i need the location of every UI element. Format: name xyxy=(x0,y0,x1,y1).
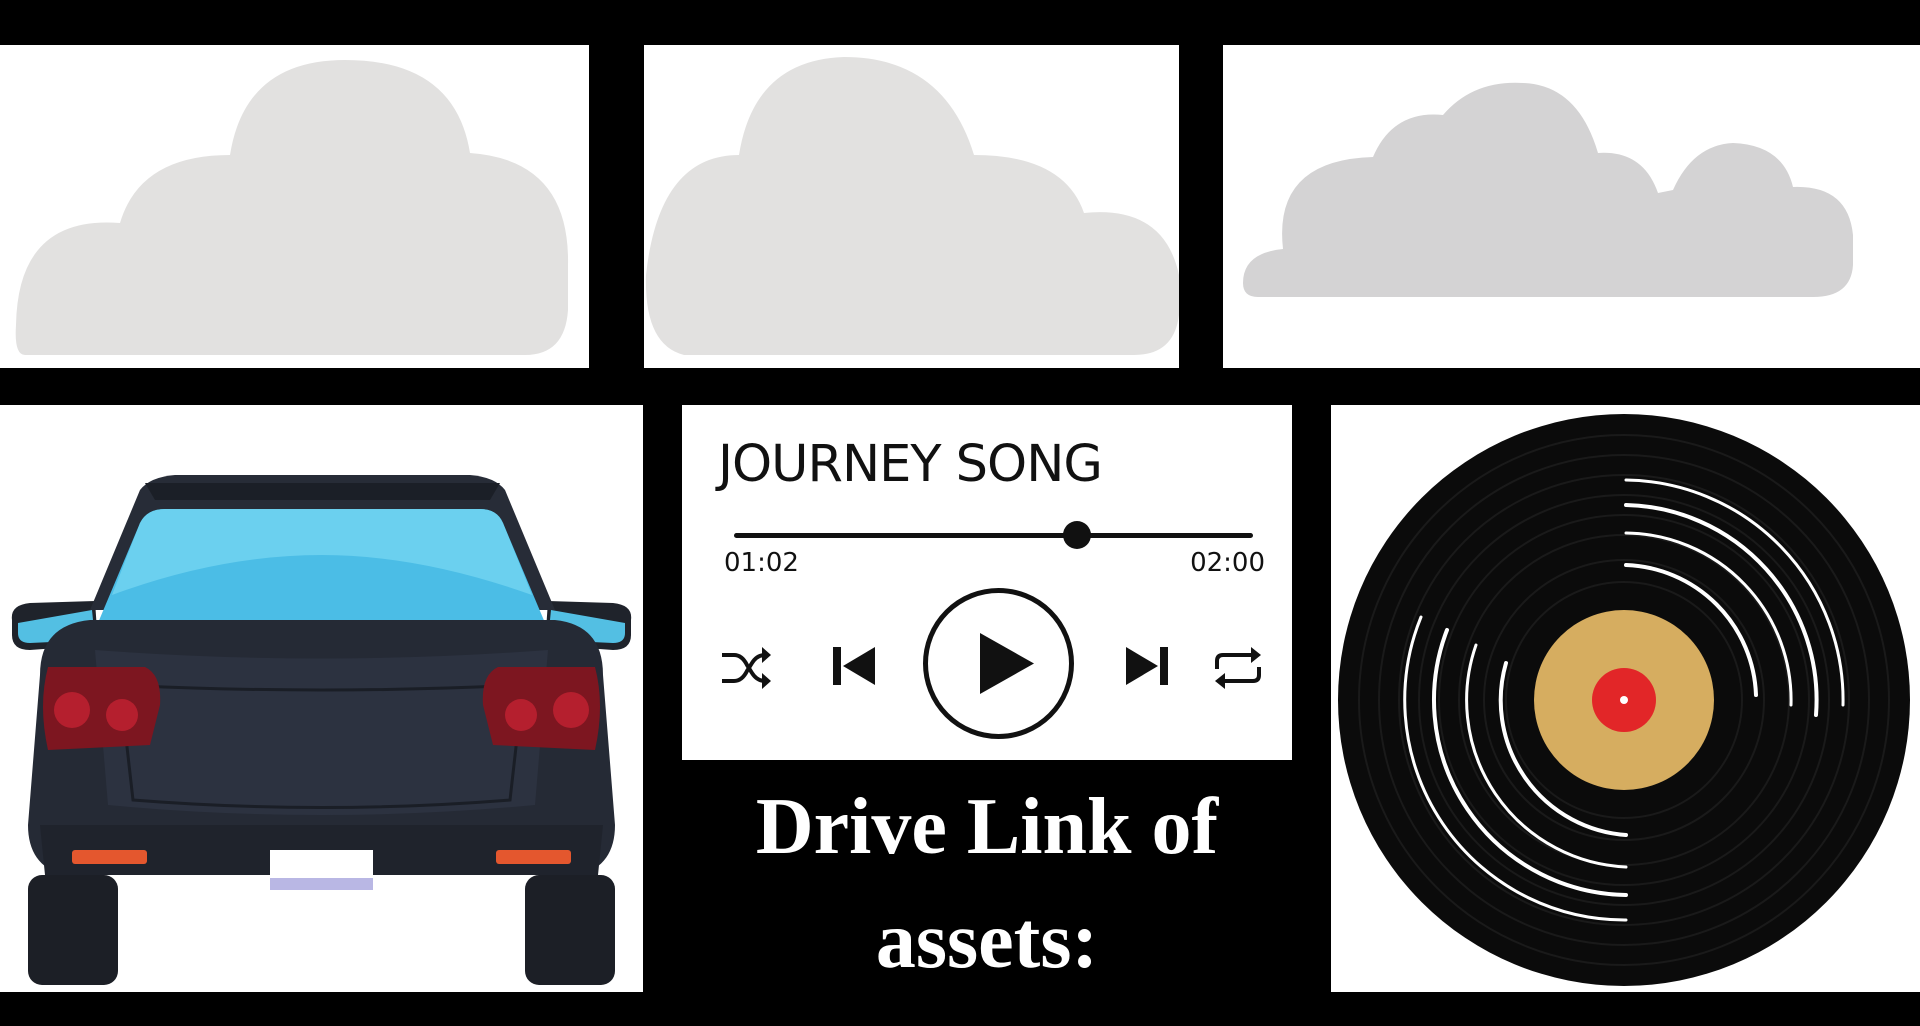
car-rear-illustration xyxy=(11,475,632,985)
cloud-illustration-1 xyxy=(15,60,569,355)
heart-icon[interactable] xyxy=(1205,441,1292,760)
car-asset xyxy=(0,405,643,992)
shuffle-icon[interactable] xyxy=(720,645,772,691)
cloud-asset-3 xyxy=(1223,45,1920,368)
progress-track[interactable] xyxy=(734,533,1253,538)
cloud-asset-2 xyxy=(644,45,1179,368)
cloud-asset-1 xyxy=(0,45,589,368)
vinyl-record-asset xyxy=(1331,405,1920,992)
play-icon xyxy=(980,633,1034,694)
progress-thumb[interactable] xyxy=(1062,521,1091,549)
cloud-illustration-2 xyxy=(645,57,1179,355)
total-time: 02:00 xyxy=(1190,548,1265,578)
previous-icon[interactable] xyxy=(829,641,879,691)
song-title: JOURNEY SONG xyxy=(718,435,1103,494)
current-time: 01:02 xyxy=(724,548,799,578)
cloud-illustration-3 xyxy=(1243,82,1853,297)
vinyl-record-illustration xyxy=(1338,414,1910,986)
caption-line-1: Drive Link of xyxy=(755,783,1219,871)
play-button[interactable] xyxy=(922,587,1075,740)
repeat-icon[interactable] xyxy=(1209,645,1267,691)
drive-link-caption: Drive Link of assets: xyxy=(682,770,1292,998)
next-icon[interactable] xyxy=(1122,641,1172,691)
caption-line-2: assets: xyxy=(875,897,1099,985)
music-player-card: JOURNEY SONG 01:02 02:00 xyxy=(682,405,1292,760)
